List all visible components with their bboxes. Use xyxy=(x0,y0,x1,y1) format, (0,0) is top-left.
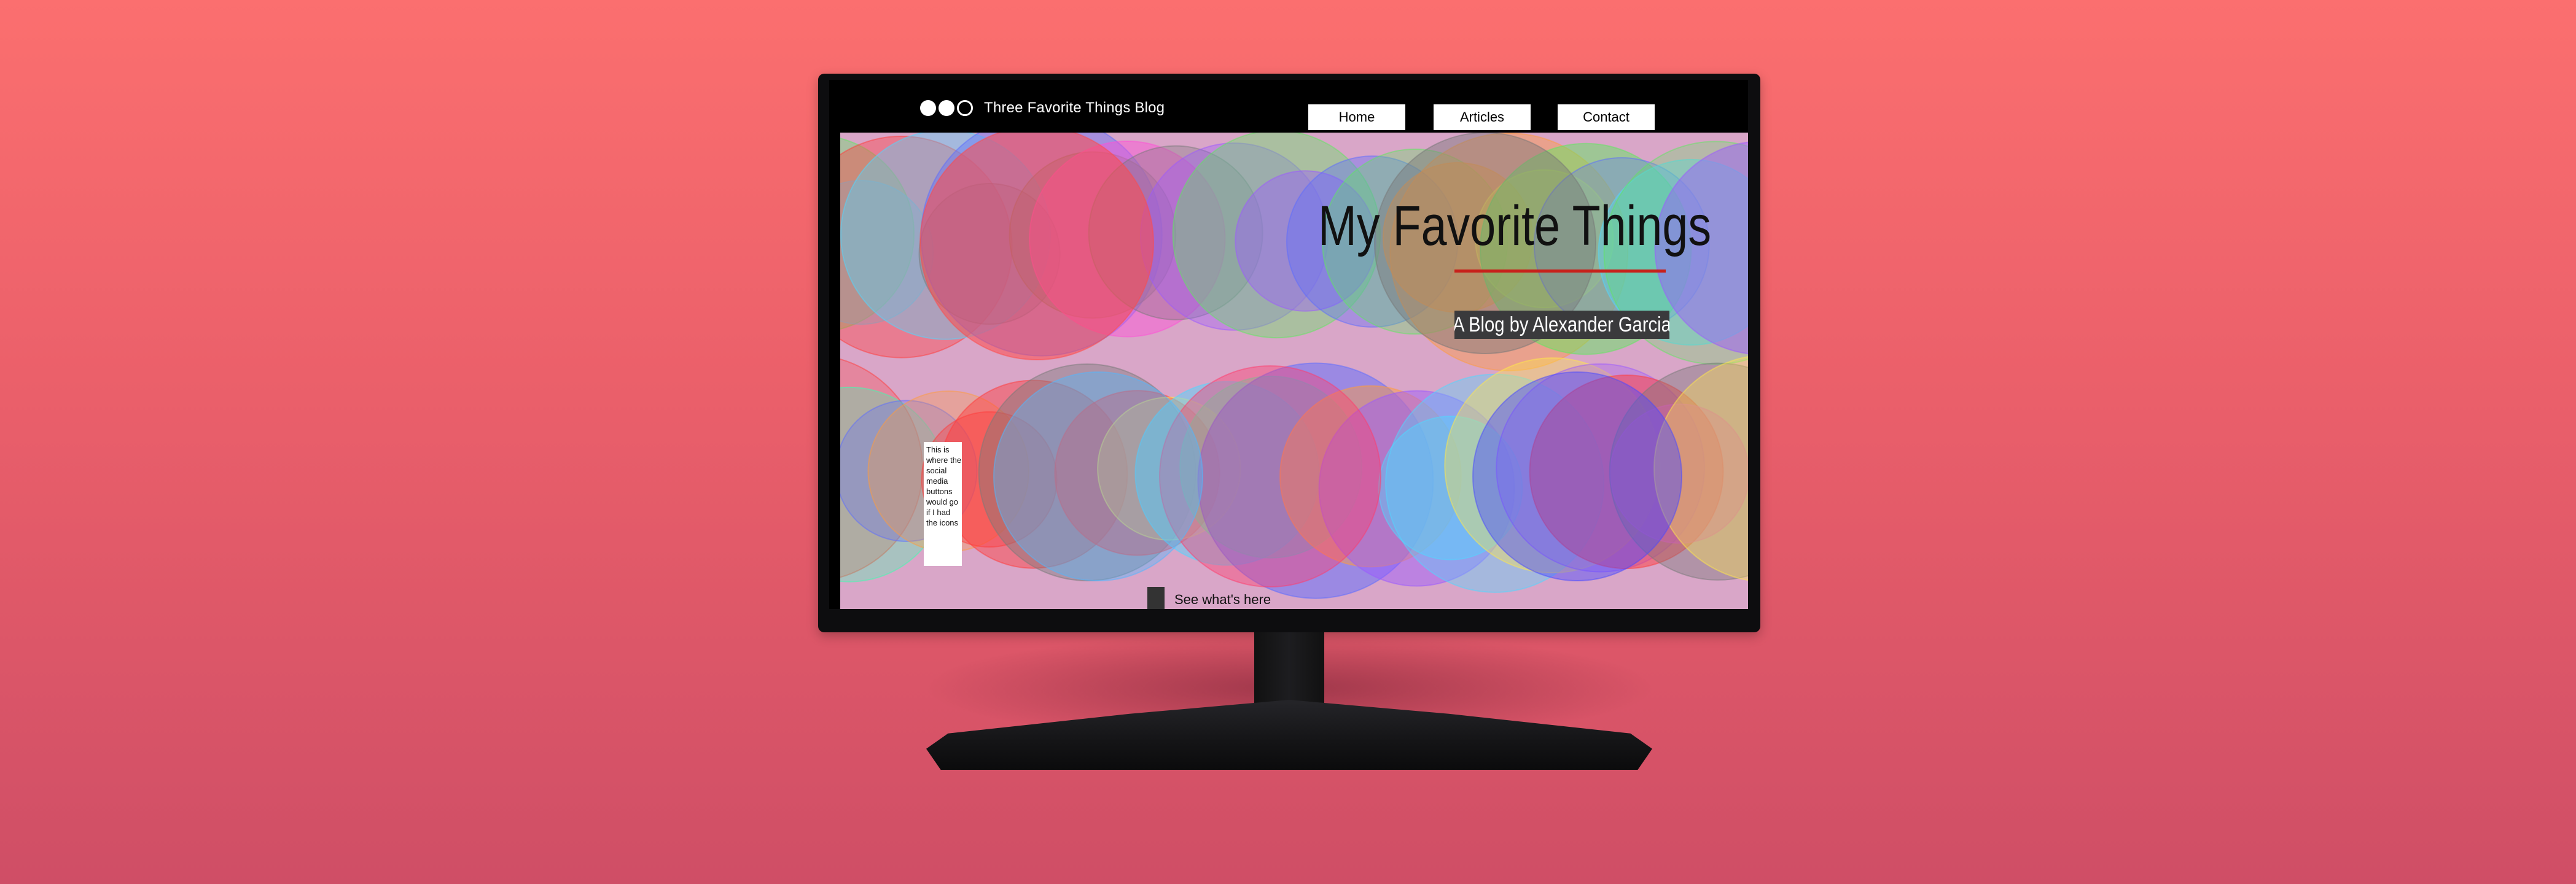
screen: Three Favorite Things Blog Home Articles… xyxy=(829,80,1748,609)
social-media-placeholder: This is where the social media buttons w… xyxy=(924,442,962,566)
logo-hollow-circle-icon xyxy=(957,100,973,116)
page-headline: My Favorite Things xyxy=(1318,195,1712,257)
logo-filled-circle-icon xyxy=(939,100,954,116)
monitor: Three Favorite Things Blog Home Articles… xyxy=(818,74,1760,632)
headline-underline xyxy=(1454,269,1666,273)
nav-home-button[interactable]: Home xyxy=(1308,104,1405,130)
site-title[interactable]: Three Favorite Things Blog xyxy=(984,99,1165,117)
see-whats-here-button[interactable] xyxy=(1147,587,1165,609)
logo-filled-circle-icon xyxy=(920,100,936,116)
nav-articles-button[interactable]: Articles xyxy=(1434,104,1531,130)
byline-text: A Blog by Alexander Garcia xyxy=(1454,312,1669,336)
hero-section: My Favorite Things A Blog by Alexander G… xyxy=(840,133,1748,609)
header-bar: Three Favorite Things Blog Home Articles… xyxy=(829,80,1748,133)
site-logo[interactable]: Three Favorite Things Blog xyxy=(920,99,1165,117)
see-whats-here-link[interactable]: See what's here xyxy=(1174,592,1271,608)
byline-badge: A Blog by Alexander Garcia xyxy=(1454,311,1669,339)
nav-contact-button[interactable]: Contact xyxy=(1558,104,1655,130)
